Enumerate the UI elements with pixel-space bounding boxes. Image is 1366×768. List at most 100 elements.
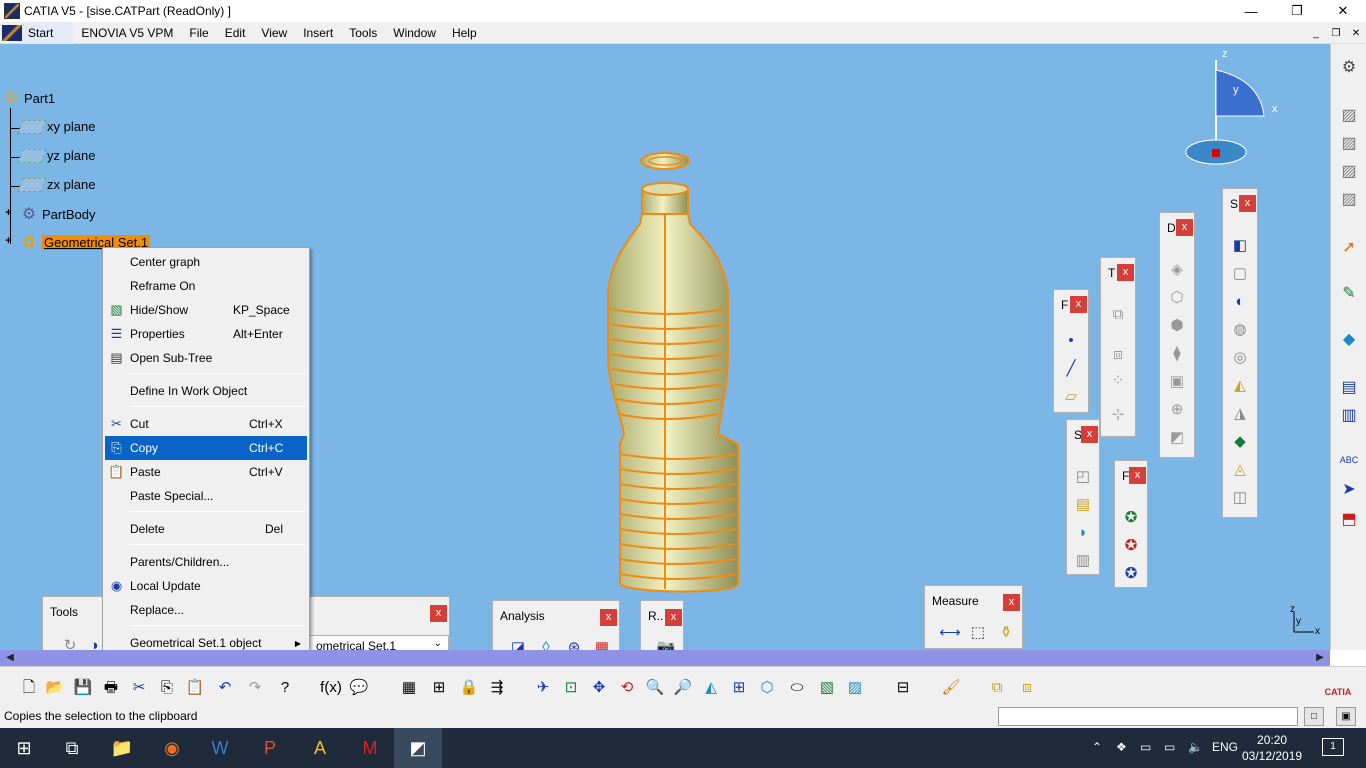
scroll-left-icon[interactable]: ◀	[2, 650, 18, 666]
pocket-icon[interactable]: ▢	[1229, 263, 1251, 285]
fly-mode-icon[interactable]: ✈	[532, 677, 554, 699]
tree-item-yz-plane[interactable]: yz plane	[17, 148, 95, 163]
toolbar-measure[interactable]: Measure x ⟷ ⬚ ⚱	[924, 585, 1023, 649]
toolbar-render[interactable]: R.. x 📷	[640, 600, 684, 650]
new-file-icon[interactable]: 🗋	[18, 677, 40, 699]
battery-icon[interactable]: ▭	[1164, 740, 1175, 754]
menu-item-center-graph[interactable]: Center graph	[105, 250, 307, 274]
whats-this-icon[interactable]: ?	[274, 677, 296, 699]
cut-icon[interactable]: ✂	[128, 677, 150, 699]
slot-icon[interactable]: ◮	[1229, 403, 1251, 425]
toolbar-close-button[interactable]: x	[600, 609, 617, 626]
catia-taskbar-icon[interactable]: ◩	[394, 728, 442, 768]
sketcher-icon[interactable]: ✎	[1339, 284, 1359, 304]
menu-help[interactable]: Help	[444, 22, 485, 44]
plane-tool-icon[interactable]: ▱	[1060, 386, 1082, 408]
toolbar-s-sketch-based[interactable]: S x ◧ ▢ ◐ ◍ ◎ ◭ ◮ ◆ ◬ ◫	[1222, 188, 1258, 518]
selection-sets-icon[interactable]: ⇶	[486, 677, 508, 699]
toolbar-close-button[interactable]: x	[1176, 219, 1193, 236]
toolbar-icon-1[interactable]: ▨	[1339, 106, 1359, 126]
insert-body-icon[interactable]: ▥	[1339, 406, 1359, 426]
firefox-icon[interactable]: ◉	[148, 728, 196, 768]
open-folder-icon[interactable]: 📂	[44, 677, 66, 699]
menu-start[interactable]: Start	[22, 21, 74, 44]
volume-icon[interactable]: 🔈	[1188, 740, 1203, 754]
toolbar-close-button[interactable]: x	[1117, 264, 1134, 281]
undo-icon[interactable]: ↶	[214, 677, 236, 699]
close-button[interactable]: ✕	[1320, 0, 1366, 22]
split-icon[interactable]: ◰	[1072, 466, 1094, 488]
hide-show-toolbar-icon[interactable]: ▧	[816, 677, 838, 699]
toolbar-close-button[interactable]: x	[1129, 467, 1146, 484]
pan-icon[interactable]: ✥	[588, 677, 610, 699]
sew-surface-icon[interactable]: ▥	[1072, 550, 1094, 572]
menu-item-properties[interactable]: ☰ Properties Alt+Enter	[105, 322, 307, 346]
layer-icon[interactable]: ⧉	[986, 677, 1008, 699]
print-icon[interactable]: 🖶	[100, 677, 122, 699]
menu-item-copy[interactable]: ⎘ Copy Ctrl+C	[105, 436, 307, 460]
toolbar-icon-2[interactable]: ▨	[1339, 134, 1359, 154]
rotate-icon[interactable]: ⟲	[616, 677, 638, 699]
thread-analysis-icon[interactable]: ⊛	[563, 637, 585, 650]
menu-item-reframe-on[interactable]: Reframe On	[105, 274, 307, 298]
workbench-gear-icon[interactable]: ⚙	[1339, 58, 1359, 78]
menu-item-define-in-work-object[interactable]: Define In Work Object	[105, 379, 307, 403]
menu-view[interactable]: View	[253, 22, 295, 44]
redo-icon[interactable]: ↷	[244, 677, 266, 699]
save-icon[interactable]: 💾	[72, 677, 94, 699]
fit-all-icon[interactable]: ⊡	[560, 677, 582, 699]
constraint-icon[interactable]: ⬒	[1339, 510, 1359, 530]
tree-item-xy-plane[interactable]: xy plane	[17, 119, 95, 134]
feature-a-icon[interactable]: ✪	[1120, 507, 1142, 529]
menu-item-cut[interactable]: ✂ Cut Ctrl+X	[105, 412, 307, 436]
toolbar-close-button[interactable]: x	[1003, 594, 1020, 611]
normal-view-icon[interactable]: ◭	[700, 677, 722, 699]
pad-icon[interactable]: ◧	[1229, 235, 1251, 257]
maximize-button[interactable]: ❐	[1274, 0, 1320, 22]
hole-icon[interactable]: ◎	[1229, 347, 1251, 369]
rib-icon[interactable]: ◭	[1229, 375, 1251, 397]
autocad-icon[interactable]: A	[296, 728, 344, 768]
toolbar-close-button[interactable]: x	[1239, 195, 1256, 212]
feature-b-icon[interactable]: ✪	[1120, 535, 1142, 557]
notifications-icon[interactable]: 1	[1322, 738, 1344, 756]
zoom-in-icon[interactable]: 🔍	[644, 677, 666, 699]
windows-start-icon[interactable]: ⊞	[0, 728, 48, 768]
shell-icon[interactable]: ⧫	[1166, 343, 1188, 365]
menu-item-paste-special[interactable]: Paste Special...	[105, 484, 307, 508]
mdi-minimize-button[interactable]: _	[1306, 24, 1326, 42]
expand-partbody-icon[interactable]: +	[3, 208, 14, 220]
shading-icon[interactable]: ⬭	[786, 677, 808, 699]
iso-view-icon[interactable]: ⬡	[756, 677, 778, 699]
paste-toolbar-icon[interactable]: 📋	[184, 677, 206, 699]
measure-inertia-icon[interactable]: ⚱	[995, 622, 1017, 644]
porcupine-icon[interactable]: ▦	[591, 637, 613, 650]
thread-icon[interactable]: ⊕	[1166, 399, 1188, 421]
menu-item-hide-show[interactable]: ▧ Hide/Show KP_Space	[105, 298, 307, 322]
point-icon[interactable]: •	[1060, 330, 1082, 352]
zoom-out-icon[interactable]: 🔎	[672, 677, 694, 699]
shaft-icon[interactable]: ◐	[1229, 291, 1251, 313]
formula-icon[interactable]: f(x)	[320, 677, 342, 699]
minimize-button[interactable]: —	[1228, 0, 1274, 22]
loft-icon[interactable]: ◬	[1229, 459, 1251, 481]
groove-icon[interactable]: ◍	[1229, 319, 1251, 341]
current-body-combo[interactable]: ometrical Set.1 ⌄	[309, 635, 449, 650]
layers-icon[interactable]: ◆	[1339, 330, 1359, 350]
mdi-restore-button[interactable]: ❐	[1326, 24, 1346, 42]
status-button-1[interactable]: □	[1304, 707, 1324, 726]
toolbar-close-button[interactable]: x	[665, 609, 682, 626]
word-icon[interactable]: W	[196, 728, 244, 768]
tree-root-part[interactable]: ⚙ Part1	[2, 89, 55, 107]
mega-icon[interactable]: M	[346, 728, 394, 768]
language-indicator[interactable]: ENG	[1212, 740, 1238, 754]
select-arrow-icon[interactable]: ➚	[1339, 238, 1359, 258]
toolbar-close-button[interactable]: x	[1070, 296, 1087, 313]
powerpoint-icon[interactable]: P	[246, 728, 294, 768]
create-multi-view-icon[interactable]: ⊞	[728, 677, 750, 699]
remove-face-icon[interactable]: ◩	[1166, 427, 1188, 449]
horizontal-scrollbar[interactable]: ◀ ▶	[0, 650, 1330, 666]
draft-analysis-icon[interactable]: ◪	[507, 637, 529, 650]
menu-item-replace[interactable]: Replace...	[105, 598, 307, 622]
toolbar-t-transform[interactable]: T x ⧉ ⧈ ⁘ ⊹	[1100, 257, 1136, 437]
